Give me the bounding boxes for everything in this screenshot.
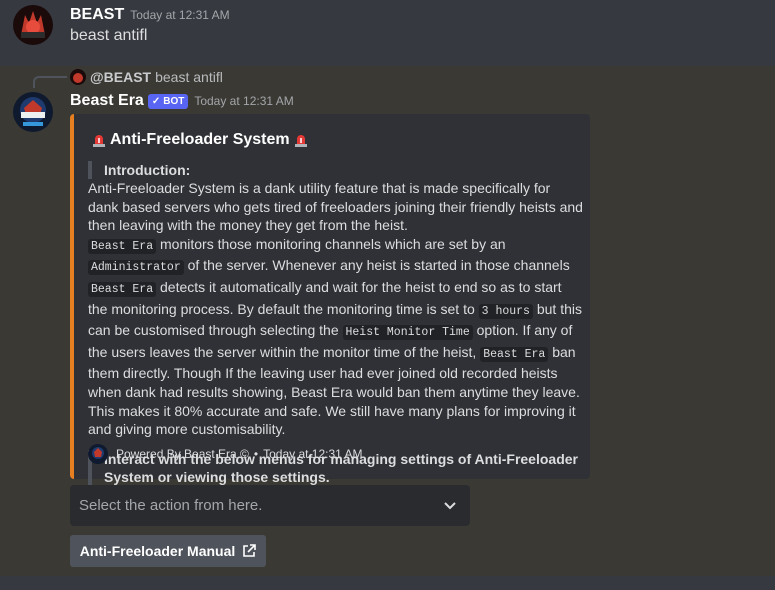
inline-code: Beast Era: [480, 346, 549, 362]
chevron-down-icon: [444, 502, 456, 510]
embed-footer: Powered By Beast Era © • Today at 12:31 …: [88, 444, 363, 464]
select-placeholder: Select the action from here.: [79, 497, 263, 514]
description-text: of the server. Whenever any heist is sta…: [183, 257, 570, 274]
description-text: monitors those monitoring channels which…: [156, 235, 506, 252]
footer-timestamp: Today at 12:31 AM: [263, 447, 363, 461]
manual-link-button[interactable]: Anti-Freeloader Manual: [70, 535, 266, 567]
reply-preview[interactable]: @BEAST beast antifl: [70, 69, 223, 85]
bot-badge: ✓ BOT: [147, 93, 189, 109]
username[interactable]: Beast Era: [70, 92, 144, 110]
reply-avatar: [70, 69, 86, 85]
beast-avatar[interactable]: [13, 5, 53, 45]
footer-separator: •: [253, 447, 259, 461]
beast-era-avatar[interactable]: [13, 92, 53, 132]
embed: Anti-Freeloader System Introduction: Ant…: [70, 114, 590, 488]
reply-content: beast antifl: [155, 69, 223, 85]
username[interactable]: BEAST: [70, 6, 124, 24]
siren-icon: [93, 135, 105, 147]
bottom-divider: [0, 576, 775, 590]
timestamp: Today at 12:31 AM: [194, 94, 294, 108]
inline-code: 3 hours: [478, 303, 533, 319]
embed-title-text: Anti-Freeloader System: [110, 131, 290, 148]
inline-code: Beast Era: [88, 281, 157, 297]
timestamp: Today at 12:31 AM: [130, 8, 230, 22]
action-select[interactable]: Select the action from here.: [70, 485, 470, 526]
reply-connector: [33, 76, 67, 88]
description-text: Anti-Freeloader System is a dank utility…: [88, 180, 583, 234]
footer-avatar: [88, 444, 108, 464]
check-icon: ✓: [151, 95, 161, 107]
message-beast: BEAST Today at 12:31 AM beast antifl: [0, 0, 775, 66]
button-label: Anti-Freeloader Manual: [79, 543, 236, 559]
inline-code: Heist Monitor Time: [342, 325, 473, 341]
message-beast-era: @BEAST beast antifl Beast Era ✓ BOT Toda…: [0, 66, 775, 576]
embed-title: Anti-Freeloader System: [88, 131, 312, 149]
intro-quote: Introduction:: [88, 161, 578, 179]
reply-author[interactable]: @BEAST: [90, 69, 151, 85]
bot-label: BOT: [163, 95, 185, 107]
embed-description: Anti-Freeloader System is a dank utility…: [88, 179, 583, 439]
siren-icon: [294, 135, 307, 147]
inline-code: Administrator: [88, 260, 184, 276]
footer-text: Powered By Beast Era ©: [116, 447, 249, 461]
message-content: beast antifl: [70, 27, 148, 44]
external-link-icon: [243, 544, 257, 557]
inline-code: Beast Era: [88, 238, 157, 254]
